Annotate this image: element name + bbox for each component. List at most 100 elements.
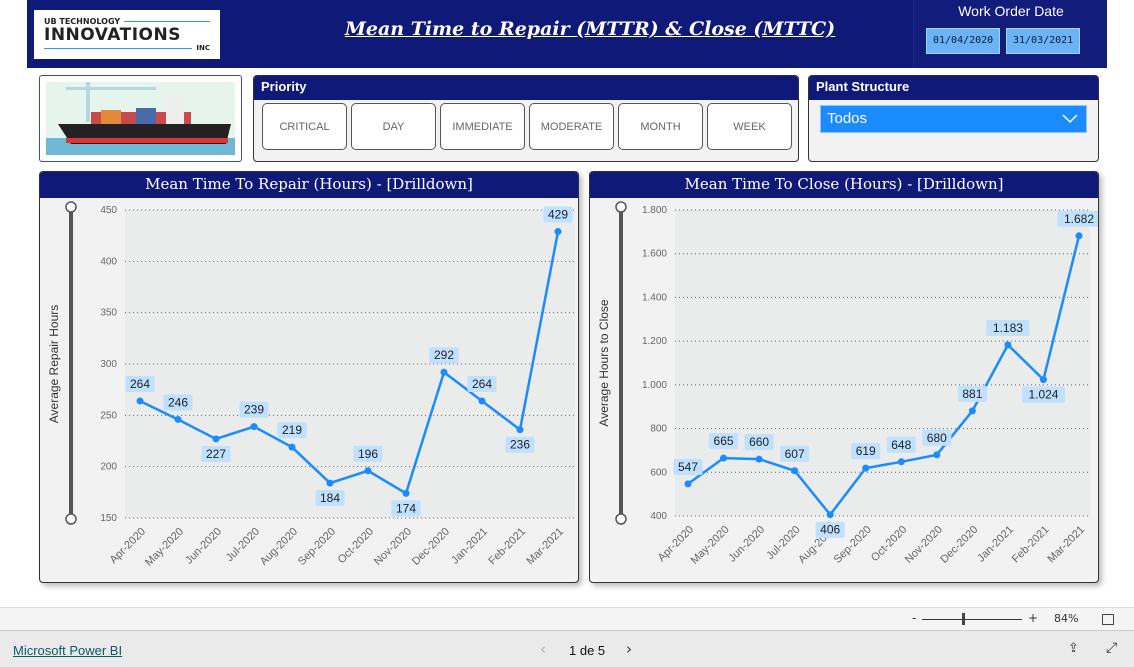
data-point xyxy=(684,480,692,488)
data-point xyxy=(897,458,905,466)
plant-structure-value: Todos xyxy=(827,110,868,127)
data-label: 292 xyxy=(434,348,454,362)
next-page-icon[interactable]: › xyxy=(626,640,632,658)
x-tick-label: Feb-2021 xyxy=(486,526,528,568)
y-tick-label: 600 xyxy=(650,467,667,478)
y-tick-label: 1.000 xyxy=(642,380,667,391)
priority-day-button[interactable]: DAY xyxy=(351,103,436,150)
range-slider-handle-top[interactable] xyxy=(65,201,77,213)
x-tick-label: Jun-2020 xyxy=(726,524,767,565)
data-label: 607 xyxy=(785,447,805,461)
logo-line3: INC xyxy=(44,44,210,52)
y-tick-label: 350 xyxy=(100,308,117,319)
data-point xyxy=(791,467,799,475)
x-tick-label: Mar-2021 xyxy=(1045,524,1087,566)
mttc-line-chart: Average Hours to Close 400 600 800 1.000 1.20… xyxy=(597,201,1098,567)
y-tick-label: 1.200 xyxy=(642,336,667,347)
data-label: 881 xyxy=(962,387,982,401)
x-tick-label: Sep-2020 xyxy=(296,526,338,568)
range-slider-handle-bottom[interactable] xyxy=(65,513,77,525)
data-point xyxy=(288,443,296,451)
y-tick-label: 400 xyxy=(650,511,667,522)
plant-structure-dropdown[interactable]: Todos xyxy=(820,105,1087,133)
data-label: 660 xyxy=(749,435,769,449)
data-label: 264 xyxy=(130,377,150,391)
data-label: 239 xyxy=(244,403,264,417)
data-label: 547 xyxy=(678,460,698,474)
date-filter-label: Work Order Date xyxy=(958,3,1064,19)
y-axis-title: Average Repair Hours xyxy=(47,305,61,424)
end-date-input[interactable]: 31/03/2021 xyxy=(1006,28,1080,54)
x-tick-label: Dec-2020 xyxy=(410,526,452,568)
priority-month-button[interactable]: MONTH xyxy=(618,103,703,150)
data-point xyxy=(516,426,524,434)
priority-title: Priority xyxy=(254,76,798,100)
x-tick-label: Dec-2020 xyxy=(938,524,980,566)
data-label: 1.682 xyxy=(1064,212,1094,226)
data-point xyxy=(174,415,182,423)
x-tick-label: Nov-2020 xyxy=(903,524,945,566)
priority-moderate-button[interactable]: MODERATE xyxy=(529,103,614,150)
x-tick-label: Nov-2020 xyxy=(372,526,414,568)
range-slider-handle-bottom[interactable] xyxy=(615,513,627,525)
data-point xyxy=(755,455,763,463)
power-bi-link[interactable]: Microsoft Power BI xyxy=(13,643,122,658)
mttc-chart-panel: Mean Time To Close (Hours) - [Drilldown]… xyxy=(589,171,1099,583)
mttr-chart-panel: Mean Time To Repair (Hours) - [Drilldown… xyxy=(39,171,579,583)
data-label: 665 xyxy=(714,434,734,448)
priority-week-button[interactable]: WEEK xyxy=(707,103,792,150)
data-point xyxy=(933,451,941,459)
data-point xyxy=(862,464,870,472)
share-icon[interactable]: ⇪ xyxy=(1068,641,1079,656)
y-tick-label: 800 xyxy=(650,424,667,435)
priority-critical-button[interactable]: CRITICAL xyxy=(262,103,347,150)
x-tick-label: Jun-2020 xyxy=(183,526,224,567)
x-tick-label: Feb-2021 xyxy=(1010,524,1052,566)
zoom-slider-handle[interactable] xyxy=(962,613,965,625)
start-date-input[interactable]: 01/04/2020 xyxy=(926,28,1000,54)
zoom-slider[interactable] xyxy=(922,619,1022,620)
zoom-out-button[interactable]: - xyxy=(912,611,916,625)
data-label: 648 xyxy=(891,438,911,452)
status-bar: - + 84% xyxy=(0,607,1134,631)
x-tick-label: Jan-2021 xyxy=(449,526,490,567)
data-label: 680 xyxy=(927,431,947,445)
chevron-down-icon xyxy=(1062,114,1078,124)
fullscreen-icon[interactable]: ⤢ xyxy=(1106,640,1117,656)
zoom-level: 84% xyxy=(1054,612,1079,625)
data-point xyxy=(212,435,220,443)
prev-page-icon[interactable]: ‹ xyxy=(540,640,546,658)
plant-structure-title: Plant Structure xyxy=(809,76,1098,100)
mttr-chart-title: Mean Time To Repair (Hours) - [Drilldown… xyxy=(40,172,578,198)
mttc-chart-title: Mean Time To Close (Hours) - [Drilldown] xyxy=(590,172,1098,198)
y-tick-label: 1.800 xyxy=(642,205,667,216)
data-point xyxy=(826,511,834,519)
range-slider-handle-top[interactable] xyxy=(615,201,627,213)
plant-structure-slicer: Plant Structure Todos xyxy=(808,75,1099,162)
x-tick-label: Aug-2020 xyxy=(258,526,300,568)
y-tick-label: 1.600 xyxy=(642,249,667,260)
data-label: 227 xyxy=(206,447,226,461)
data-label: 406 xyxy=(820,523,840,537)
data-label: 236 xyxy=(510,438,530,452)
data-label: 219 xyxy=(282,423,302,437)
data-point xyxy=(1075,232,1083,240)
y-tick-label: 400 xyxy=(100,256,117,267)
data-label: 174 xyxy=(396,501,416,515)
data-point xyxy=(250,423,258,431)
y-tick-label: 1.400 xyxy=(642,292,667,303)
data-label: 264 xyxy=(472,377,492,391)
x-tick-label: May-2020 xyxy=(143,526,186,569)
data-point xyxy=(364,467,372,475)
data-point xyxy=(554,228,562,236)
cargo-ship-illustration xyxy=(46,82,235,155)
ship-image xyxy=(39,75,242,162)
priority-immediate-button[interactable]: IMMEDIATE xyxy=(440,103,525,150)
fit-to-page-icon[interactable] xyxy=(1102,614,1114,625)
zoom-in-button[interactable]: + xyxy=(1028,611,1038,625)
data-point xyxy=(326,479,334,487)
page-title: Mean Time to Repair (MTTR) & Close (MTTC… xyxy=(344,18,836,40)
mttr-line-chart: Average Repair Hours 150 200 250 300 350 400 45… xyxy=(47,201,575,569)
y-tick-label: 300 xyxy=(100,359,117,370)
page-indicator: 1 de 5 xyxy=(569,643,606,658)
